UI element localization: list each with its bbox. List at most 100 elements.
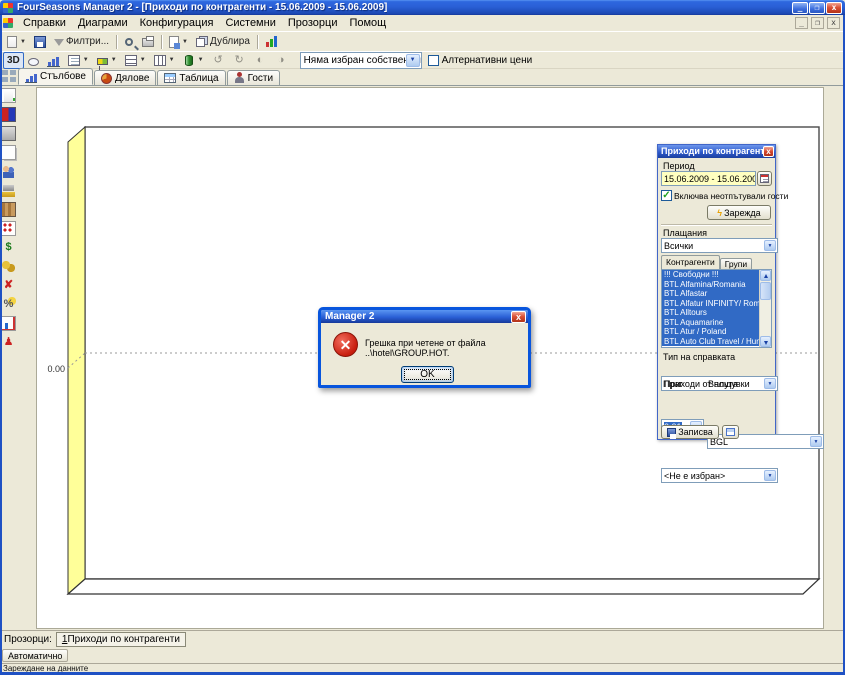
new-report-button[interactable]: ▼	[3, 33, 30, 50]
menu-konfiguracia[interactable]: Конфигурация	[134, 16, 220, 30]
profile-value: <Не е избран>	[664, 471, 725, 481]
copy-report-icon[interactable]	[1, 145, 16, 160]
list-item[interactable]: BTL Auto Club Travel / Hunga	[662, 337, 759, 347]
dialog-title: Manager 2	[325, 310, 374, 323]
labels-button[interactable]: ▼	[93, 52, 121, 69]
ledger-icon[interactable]	[1, 202, 16, 217]
profile-combo[interactable]: <Не е избран> ▼	[661, 468, 778, 483]
mdi-close-button[interactable]: x	[827, 17, 840, 29]
list-scrollbar[interactable]	[759, 270, 771, 347]
dollar-icon[interactable]: $	[1, 240, 16, 255]
restore-button[interactable]: ❐	[809, 2, 825, 14]
alt-prices-option[interactable]: Алтернативни цени	[428, 55, 533, 66]
chevron-down-icon: ▼	[83, 57, 89, 63]
panel-close-button[interactable]: x	[763, 146, 774, 157]
include-guests-option[interactable]: ✓ Включва неотпътували гости	[661, 190, 788, 201]
new-document-icon	[7, 36, 17, 48]
horizontal-grid-button[interactable]: ▼	[121, 52, 150, 69]
vertical-grid-button[interactable]: ▼	[150, 52, 179, 69]
mdi-restore-button[interactable]: ❐	[811, 17, 824, 29]
scroll-up-button[interactable]	[760, 270, 771, 281]
table-view-button[interactable]	[722, 425, 739, 439]
include-guests-checkbox[interactable]: ✓	[661, 190, 672, 201]
calendar-icon	[760, 174, 769, 183]
zero-axis-label: 0.00	[47, 364, 65, 374]
automatic-button[interactable]: Автоматично	[2, 649, 68, 662]
period-input[interactable]: 15.06.2009 - 15.06.2009	[661, 171, 756, 186]
chart-flag-icon[interactable]	[1, 107, 16, 122]
coins-icon[interactable]	[1, 259, 16, 274]
list-item[interactable]: BTL Atur / Poland	[662, 327, 759, 337]
ok-button[interactable]: OK	[401, 366, 454, 383]
guests-icon[interactable]	[1, 164, 16, 179]
filter-icon	[54, 39, 64, 46]
chevron-down-icon: ▼	[810, 436, 822, 447]
print-button[interactable]	[138, 33, 158, 50]
scroll-down-button[interactable]	[760, 336, 771, 347]
menu-prozorci[interactable]: Прозорци	[282, 16, 344, 30]
tab-table[interactable]: Таблица	[157, 70, 225, 85]
list-item[interactable]: BTL Alfastar	[662, 289, 759, 299]
calendar-button[interactable]	[757, 171, 772, 186]
close-button[interactable]: x	[826, 2, 842, 14]
save-button[interactable]	[30, 33, 50, 50]
menu-spravki[interactable]: Справки	[17, 16, 72, 30]
windows-bar: Прозорци: 1 Приходи по контрагенти	[0, 630, 845, 648]
tile-windows-icon[interactable]	[2, 70, 16, 84]
payments-combo[interactable]: Всички ▼	[661, 238, 778, 253]
rotate-view-button[interactable]	[24, 52, 43, 69]
duplicate-label: Дублира	[210, 36, 250, 47]
menu-sistemni[interactable]: Системни	[219, 16, 281, 30]
alt-prices-checkbox[interactable]	[428, 55, 439, 66]
tab-contractors[interactable]: Контрагенти	[661, 255, 720, 269]
owners-combo[interactable]: Няма избран собственици ▼	[300, 52, 422, 69]
print-folder-icon[interactable]	[1, 183, 16, 198]
tab-guests[interactable]: Гости	[227, 70, 280, 85]
document-logo-icon	[3, 18, 13, 28]
copy-button[interactable]: ▼	[165, 33, 192, 50]
spin-horizontal-button[interactable]: ◐	[250, 52, 271, 69]
duplicate-button[interactable]: Дублира	[192, 33, 254, 50]
report-doc-icon[interactable]	[1, 316, 16, 331]
load-button[interactable]: ϟ Зарежда	[707, 205, 771, 220]
legend-button[interactable]: ▼	[64, 52, 93, 69]
dialog-close-button[interactable]: x	[511, 311, 526, 323]
tab-groups[interactable]: Групи	[720, 258, 752, 269]
person-icon[interactable]: ♟	[1, 335, 16, 350]
chart-button[interactable]	[261, 33, 282, 50]
print-preview-button[interactable]	[120, 33, 138, 50]
open-window-button[interactable]: 1 Приходи по контрагенти	[56, 632, 186, 647]
list-item[interactable]: !!! Свободни !!!	[662, 270, 759, 280]
cancel-icon[interactable]: ✘	[1, 278, 16, 293]
series-style-button[interactable]: ▼	[179, 52, 208, 69]
minimize-button[interactable]: _	[792, 2, 808, 14]
list-item[interactable]: BTL Alfatur INFINITY/ Romani	[662, 299, 759, 309]
save-report-button[interactable]: Записва	[661, 425, 719, 439]
rotate-right-button[interactable]: ↻	[229, 52, 250, 69]
chart-type-button[interactable]	[43, 52, 64, 69]
menu-pomosht[interactable]: Помощ	[343, 16, 392, 30]
list-item[interactable]: BTL Aquamarine	[662, 318, 759, 328]
panel-title[interactable]: Приходи по контрагенти	[658, 145, 775, 158]
toggle-3d-button[interactable]: 3D	[3, 52, 24, 69]
rotate-left-button[interactable]: ↺	[208, 52, 229, 69]
chevron-down-icon: ▼	[182, 39, 188, 45]
filters-button[interactable]: Филтри...	[50, 33, 113, 50]
export-icon[interactable]	[1, 88, 16, 103]
guests-icon	[234, 72, 245, 84]
list-item[interactable]: BTL Alltours	[662, 308, 759, 318]
mdi-minimize-button[interactable]: _	[795, 17, 808, 29]
tab-shares[interactable]: Дялове	[94, 70, 156, 85]
contractors-list[interactable]: !!! Свободни !!! BTL Alfamina/Romania BT…	[661, 269, 772, 348]
scroll-thumb[interactable]	[760, 282, 771, 300]
menu-diagrami[interactable]: Диаграми	[72, 16, 134, 30]
tab-columns[interactable]: Стълбове	[18, 68, 93, 85]
chart-floor	[68, 579, 819, 594]
grid-icon[interactable]	[1, 221, 16, 236]
calculator-icon[interactable]	[1, 126, 16, 141]
print-preview-icon	[125, 38, 133, 46]
spin-vertical-button[interactable]: ◑	[271, 52, 292, 69]
list-item[interactable]: BTL Alfamina/Romania	[662, 280, 759, 290]
separator	[161, 35, 162, 49]
percent-idea-icon[interactable]: %	[1, 297, 16, 312]
